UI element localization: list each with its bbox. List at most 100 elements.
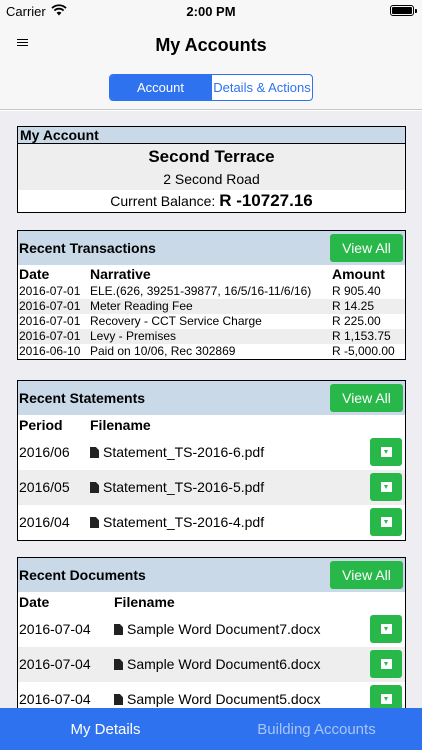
balance-value: R -10727.16	[219, 191, 313, 210]
document-filename: Sample Word Document6.docx	[127, 656, 321, 672]
transaction-narrative: Recovery - CCT Service Charge	[90, 314, 262, 328]
segmented-control: Account Details & Actions	[109, 74, 313, 101]
transaction-date: 2016-07-01	[19, 314, 81, 328]
column-date: Date	[19, 594, 50, 610]
transactions-column-headers: Date Narrative Amount	[18, 265, 405, 284]
account-name: Second Terrace	[18, 144, 405, 169]
transaction-row: 2016-06-10 Paid on 10/06, Rec 302869 R -…	[18, 344, 405, 359]
documents-card: Recent Documents View All Date Filename …	[17, 557, 406, 708]
transaction-amount: R 225.00	[332, 314, 381, 328]
bottom-tab-bar: My Details Building Accounts	[0, 708, 422, 750]
statement-period: 2016/04	[19, 514, 70, 530]
document-download-button[interactable]	[370, 650, 402, 678]
transactions-card: Recent Transactions View All Date Narrat…	[17, 230, 406, 360]
status-bar: Carrier 2:00 PM	[0, 0, 422, 22]
transaction-row: 2016-07-01 Meter Reading Fee R 14.25	[18, 299, 405, 314]
documents-header: Recent Documents View All	[18, 558, 405, 592]
download-icon	[380, 624, 392, 634]
document-icon	[114, 624, 123, 635]
statement-filename-link[interactable]: Statement_TS-2016-4.pdf	[90, 514, 264, 530]
statement-period: 2016/06	[19, 444, 70, 460]
transactions-header: Recent Transactions View All	[18, 231, 405, 265]
transactions-view-all-button[interactable]: View All	[330, 234, 403, 262]
transaction-date: 2016-07-01	[19, 299, 81, 313]
transaction-date: 2016-07-01	[19, 329, 81, 343]
documents-title: Recent Documents	[19, 567, 146, 583]
document-filename: Sample Word Document5.docx	[127, 691, 321, 707]
document-filename: Sample Word Document7.docx	[127, 621, 321, 637]
document-row: 2016-07-04 Sample Word Document6.docx	[18, 647, 405, 682]
transaction-amount: R -5,000.00	[332, 344, 395, 358]
transaction-narrative: ELE.(626, 39251-39877, 16/5/16-11/6/16)	[90, 284, 312, 298]
statement-row: 2016/06 Statement_TS-2016-6.pdf	[18, 435, 405, 470]
transaction-date: 2016-06-10	[19, 344, 81, 358]
download-icon	[380, 447, 392, 457]
statement-download-button[interactable]	[370, 438, 402, 466]
account-address: 2 Second Road	[18, 169, 405, 190]
document-icon	[90, 482, 99, 493]
statements-column-headers: Period Filename	[18, 415, 405, 435]
tab-my-details[interactable]: My Details	[0, 708, 211, 750]
statement-filename: Statement_TS-2016-6.pdf	[103, 444, 265, 460]
document-icon	[114, 694, 123, 705]
transaction-narrative: Meter Reading Fee	[90, 299, 193, 313]
statement-row: 2016/05 Statement_TS-2016-5.pdf	[18, 470, 405, 505]
document-icon	[90, 517, 99, 528]
download-icon	[380, 659, 392, 669]
column-filename: Filename	[90, 417, 151, 433]
transaction-narrative: Levy - Premises	[90, 329, 177, 343]
statement-filename: Statement_TS-2016-4.pdf	[103, 514, 265, 530]
statements-header: Recent Statements View All	[18, 381, 405, 415]
statement-download-button[interactable]	[370, 473, 402, 501]
transaction-date: 2016-07-01	[19, 284, 81, 298]
statements-card: Recent Statements View All Period Filena…	[17, 380, 406, 541]
document-date: 2016-07-04	[19, 691, 91, 707]
transactions-title: Recent Transactions	[19, 240, 156, 256]
transaction-amount: R 14.25	[332, 299, 375, 313]
column-amount: Amount	[332, 266, 385, 282]
page-title: My Accounts	[155, 35, 267, 55]
document-date: 2016-07-04	[19, 621, 91, 637]
transaction-row: 2016-07-01 Recovery - CCT Service Charge…	[18, 314, 405, 329]
document-filename-link[interactable]: Sample Word Document5.docx	[114, 691, 321, 707]
document-row: 2016-07-04 Sample Word Document5.docx	[18, 682, 405, 708]
statements-title: Recent Statements	[19, 390, 146, 406]
transaction-amount: R 1,153.75	[332, 329, 391, 343]
statement-filename: Statement_TS-2016-5.pdf	[103, 479, 265, 495]
column-date: Date	[19, 266, 50, 282]
column-narrative: Narrative	[90, 266, 151, 282]
status-time: 2:00 PM	[186, 4, 236, 19]
document-icon	[114, 659, 123, 670]
statement-period: 2016/05	[19, 479, 70, 495]
document-icon	[90, 447, 99, 458]
account-balance: Current Balance: R -10727.16	[18, 190, 405, 212]
segment-details-actions[interactable]: Details & Actions	[211, 75, 312, 100]
navigation-bar: My Accounts Account Details & Actions	[0, 22, 422, 110]
statement-filename-link[interactable]: Statement_TS-2016-5.pdf	[90, 479, 264, 495]
column-period: Period	[19, 417, 63, 433]
scroll-content[interactable]: My Account Second Terrace 2 Second Road …	[0, 111, 422, 708]
documents-view-all-button[interactable]: View All	[330, 561, 403, 589]
transaction-amount: R 905.40	[332, 284, 381, 298]
account-card: My Account Second Terrace 2 Second Road …	[17, 126, 406, 213]
statement-filename-link[interactable]: Statement_TS-2016-6.pdf	[90, 444, 264, 460]
balance-label: Current Balance:	[110, 193, 216, 209]
account-header: My Account	[18, 127, 405, 144]
document-date: 2016-07-04	[19, 656, 91, 672]
document-filename-link[interactable]: Sample Word Document7.docx	[114, 621, 321, 637]
statements-view-all-button[interactable]: View All	[330, 384, 403, 412]
document-download-button[interactable]	[370, 615, 402, 643]
documents-column-headers: Date Filename	[18, 592, 405, 612]
segment-account[interactable]: Account	[110, 75, 211, 100]
download-icon	[380, 482, 392, 492]
transaction-narrative: Paid on 10/06, Rec 302869	[90, 344, 236, 358]
statement-download-button[interactable]	[370, 508, 402, 536]
tab-building-accounts[interactable]: Building Accounts	[211, 708, 422, 750]
download-icon	[380, 694, 392, 704]
document-filename-link[interactable]: Sample Word Document6.docx	[114, 656, 321, 672]
document-row: 2016-07-04 Sample Word Document7.docx	[18, 612, 405, 647]
statement-row: 2016/04 Statement_TS-2016-4.pdf	[18, 505, 405, 540]
transaction-row: 2016-07-01 ELE.(626, 39251-39877, 16/5/1…	[18, 284, 405, 299]
document-download-button[interactable]	[370, 685, 402, 708]
battery-icon	[390, 5, 417, 16]
